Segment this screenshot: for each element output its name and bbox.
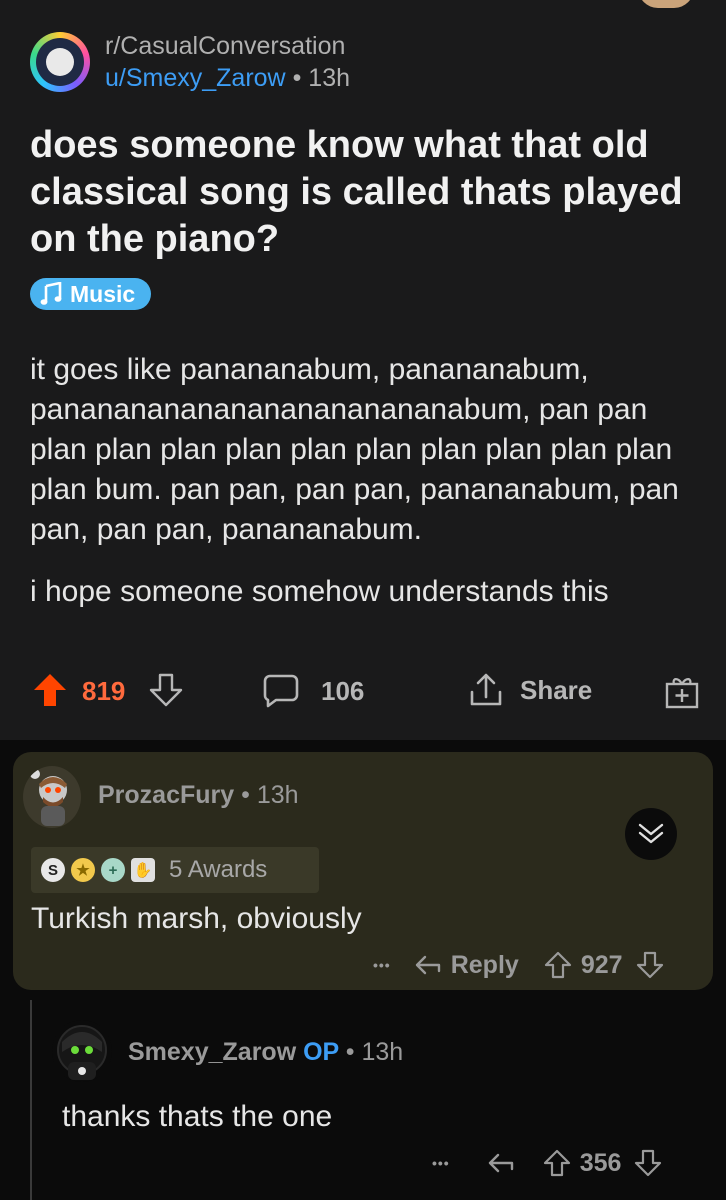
wholesome-award-icon: + [101, 858, 125, 882]
comment-upvote-button[interactable] [543, 950, 573, 980]
comment-author: ProzacFury • 13h [98, 781, 299, 810]
reply-downvote-button[interactable] [633, 1148, 663, 1178]
post-time: 13h [308, 64, 351, 92]
post-body: it goes like panananabum, panananabum, p… [30, 350, 702, 612]
reply-arrow-icon [488, 1153, 513, 1173]
upvote-button[interactable] [32, 672, 68, 708]
subreddit-name[interactable]: r/CasualConversation [105, 32, 345, 61]
comment-time: 13h [256, 781, 299, 809]
hand-award-icon: ✋ [131, 858, 155, 882]
post-flair[interactable]: Music [30, 278, 152, 310]
post-body-paragraph: i hope someone somehow understands this [30, 575, 609, 608]
flair-label: Music [70, 280, 136, 307]
meta-separator: • [241, 781, 250, 809]
op-badge: OP [303, 1038, 339, 1066]
post-author[interactable]: u/Smexy_Zarow [105, 64, 286, 92]
post-body-paragraph: it goes like panananabum, panananabum, p… [30, 353, 679, 546]
comment-count: 106 [321, 675, 365, 706]
reply-label: Reply [450, 950, 519, 979]
downvote-button[interactable] [148, 672, 184, 708]
more-options-button[interactable]: ••• [432, 1155, 450, 1171]
thread-line[interactable] [30, 1000, 32, 1200]
upvote-outline-icon [544, 951, 571, 979]
star-award-icon: ★ [71, 858, 95, 882]
share-icon [470, 673, 502, 706]
profile-avatar-corner[interactable] [638, 0, 694, 8]
post-action-bar: 819 106 Share [0, 668, 726, 714]
subreddit-icon[interactable] [30, 32, 90, 92]
comment-card: ProzacFury • 13h S ★ + ✋ 5 Awards Turkis… [13, 752, 713, 990]
reply-button[interactable]: Reply [413, 951, 519, 980]
music-note-icon [40, 282, 62, 305]
reply-author: Smexy_Zarow OP • 13h [128, 1038, 403, 1067]
share-button[interactable]: Share [468, 672, 592, 708]
more-options-button[interactable]: ••• [373, 957, 391, 973]
reply-arrow-icon [415, 955, 440, 975]
award-button[interactable] [664, 674, 700, 710]
meta-separator: • [292, 64, 302, 92]
collapse-thread-button[interactable] [625, 808, 677, 860]
comments-button[interactable]: 106 [262, 672, 364, 710]
downvote-outline-icon [636, 951, 663, 979]
reply-action-bar: ••• 356 [432, 1148, 663, 1178]
reply-body: thanks thats the one [62, 1100, 333, 1133]
silver-award-icon: S [41, 858, 65, 882]
upvote-icon [34, 674, 66, 706]
comment-bubble-icon [263, 674, 299, 708]
meta-separator: • [345, 1038, 355, 1066]
reply-author-avatar[interactable] [52, 1020, 112, 1082]
chevron-double-down-icon [638, 823, 664, 844]
post-meta: u/Smexy_Zarow • 13h [105, 64, 350, 93]
post-vote-count: 819 [82, 676, 126, 706]
post-card: r/CasualConversation u/Smexy_Zarow • 13h… [0, 0, 726, 740]
comment-vote-count: 927 [580, 950, 623, 979]
comment-body: Turkish marsh, obviously [31, 902, 362, 935]
comment-downvote-button[interactable] [635, 950, 665, 980]
downvote-outline-icon [635, 1149, 662, 1177]
reply-button[interactable] [486, 1150, 516, 1176]
reply-username[interactable]: Smexy_Zarow [128, 1038, 296, 1066]
upvote-outline-icon [543, 1149, 570, 1177]
commenter-avatar[interactable] [23, 766, 81, 828]
gift-award-icon [665, 678, 699, 709]
reply-vote-count: 356 [579, 1148, 622, 1177]
reply-upvote-button[interactable] [542, 1148, 572, 1178]
reply-time: 13h [361, 1038, 404, 1066]
comment-username[interactable]: ProzacFury [98, 781, 234, 809]
awards-bar[interactable]: S ★ + ✋ 5 Awards [31, 847, 319, 893]
downvote-icon [149, 673, 183, 707]
share-label: Share [520, 674, 593, 705]
comment-action-bar: ••• Reply 927 [373, 950, 665, 980]
post-title[interactable]: does someone know what that old classica… [30, 122, 700, 263]
awards-count: 5 Awards [169, 856, 268, 883]
